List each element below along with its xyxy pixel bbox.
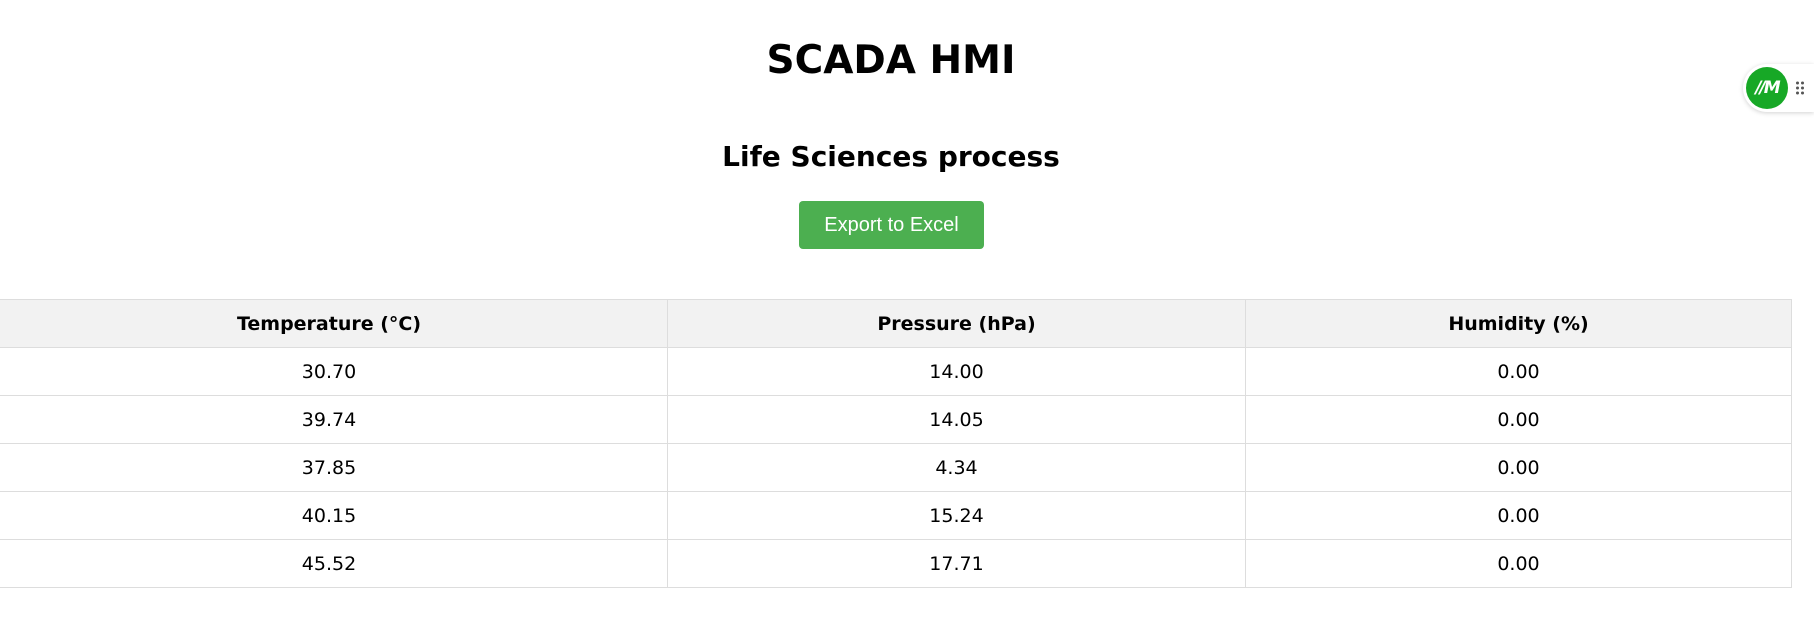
temperature-cell: 39.74 — [0, 395, 668, 444]
humidity-cell: 0.00 — [1245, 443, 1792, 492]
humidity-cell: 0.00 — [1245, 491, 1792, 540]
data-table: Temperature (°C) Pressure (hPa) Humidity… — [0, 299, 1792, 588]
floating-assistant-widget[interactable]: //M — [1743, 64, 1814, 112]
page-title: SCADA HMI — [766, 38, 1016, 83]
column-header-humidity: Humidity (%) — [1245, 299, 1792, 348]
temperature-cell: 30.70 — [0, 347, 668, 396]
table-row: 30.70 14.00 0.00 — [0, 347, 1792, 396]
temperature-cell: 40.15 — [0, 491, 668, 540]
pressure-cell: 17.71 — [667, 539, 1246, 588]
pressure-cell: 14.00 — [667, 347, 1246, 396]
column-header-pressure: Pressure (hPa) — [667, 299, 1246, 348]
assistant-logo-icon[interactable]: //M — [1746, 67, 1788, 109]
export-to-excel-button[interactable]: Export to Excel — [799, 201, 984, 249]
page-subtitle: Life Sciences process — [722, 140, 1060, 173]
table-row: 45.52 17.71 0.00 — [0, 539, 1792, 588]
table-row: 40.15 15.24 0.00 — [0, 491, 1792, 540]
table-header-row: Temperature (°C) Pressure (hPa) Humidity… — [0, 299, 1792, 348]
pressure-cell: 14.05 — [667, 395, 1246, 444]
pressure-cell: 15.24 — [667, 491, 1246, 540]
pressure-cell: 4.34 — [667, 443, 1246, 492]
humidity-cell: 0.00 — [1245, 395, 1792, 444]
page: SCADA HMI Life Sciences process Export t… — [0, 0, 1814, 637]
temperature-cell: 37.85 — [0, 443, 668, 492]
drag-handle-icon[interactable] — [1795, 80, 1805, 96]
table-row: 37.85 4.34 0.00 — [0, 443, 1792, 492]
humidity-cell: 0.00 — [1245, 347, 1792, 396]
temperature-cell: 45.52 — [0, 539, 668, 588]
humidity-cell: 0.00 — [1245, 539, 1792, 588]
table-row: 39.74 14.05 0.00 — [0, 395, 1792, 444]
column-header-temperature: Temperature (°C) — [0, 299, 668, 348]
